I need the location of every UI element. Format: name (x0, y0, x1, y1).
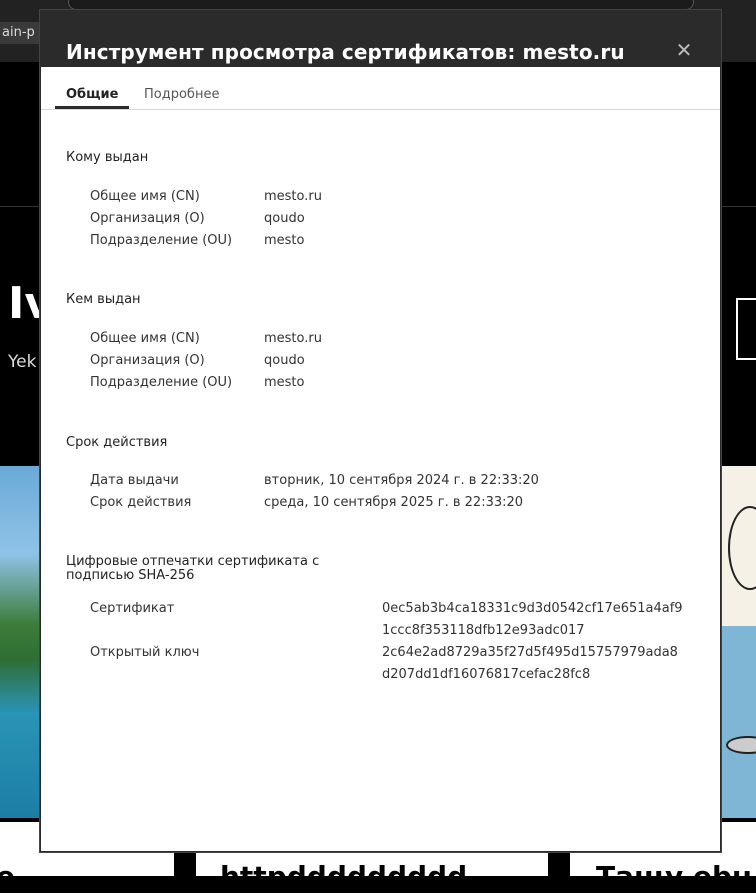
tab-general[interactable]: Общие (55, 81, 130, 109)
cert-fingerprint-label: Сертификат (90, 601, 175, 616)
issued-to-o-value: qoudo (264, 211, 305, 226)
pubkey-fingerprint-line1: 2c64e2ad8729a35f27d5f495d15757979ada8 (382, 645, 678, 660)
issued-to-heading: Кому выдан (66, 150, 149, 165)
certificate-viewer-dialog: Инструмент просмотра сертификатов: mesto… (40, 10, 721, 852)
card-image-lake (0, 466, 40, 818)
card-title: e (0, 860, 15, 893)
cert-fingerprint-value: 0ec5ab3b4ca18331c9d3d0542cf17e651a4af9 1… (382, 598, 698, 642)
profile-subtitle: Yek (8, 352, 37, 372)
issued-by-cn-value: mesto.ru (264, 331, 322, 346)
pubkey-fingerprint-line2: d207dd1df16076817cefac28fc8 (382, 667, 591, 682)
issued-by-heading: Кем выдан (66, 292, 141, 307)
expiry-date-label: Срок действия (90, 495, 192, 510)
card-image-cartoon (722, 466, 756, 818)
close-icon[interactable]: ✕ (672, 38, 696, 62)
pubkey-fingerprint-value: 2c64e2ad8729a35f27d5f495d15757979ada8 d2… (382, 642, 698, 686)
cert-fingerprint-line2: 1ccc8f353118dfb12e93adc017 (382, 623, 585, 638)
issue-date-value: вторник, 10 сентября 2024 г. в 22:33:20 (264, 473, 539, 488)
cartoon-face (728, 506, 756, 590)
expiry-date-value: среда, 10 сентября 2025 г. в 22:33:20 (264, 495, 524, 510)
issued-to-cn-value: mesto.ru (264, 189, 322, 204)
fingerprints-heading: Цифровые отпечатки сертификата с подпись… (66, 555, 319, 583)
tab-bar: Общие Подробнее (41, 81, 720, 110)
card-title: Тащу ebu (596, 860, 752, 893)
fingerprints-heading-line2: подписью SHA-256 (66, 568, 195, 583)
issued-to-ou-label: Подразделение (OU) (90, 233, 233, 248)
fingerprints-heading-line1: Цифровые отпечатки сертификата с (66, 554, 320, 569)
issued-by-o-label: Организация (O) (90, 353, 205, 368)
issue-date-label: Дата выдачи (90, 473, 179, 488)
issued-by-ou-value: mesto (264, 375, 305, 390)
issued-by-o-value: qoudo (264, 353, 305, 368)
cert-fingerprint-line1: 0ec5ab3b4ca18331c9d3d0542cf17e651a4af9 (382, 601, 683, 616)
issued-to-o-label: Организация (O) (90, 211, 205, 226)
cartoon-background (722, 626, 756, 818)
issued-by-cn-label: Общее имя (CN) (90, 331, 200, 346)
browser-tab[interactable]: ain-p (0, 22, 40, 44)
dialog-title: Инструмент просмотра сертификатов: mesto… (66, 40, 625, 64)
address-bar[interactable] (68, 0, 694, 10)
issued-to-ou-value: mesto (264, 233, 305, 248)
issued-by-ou-label: Подразделение (OU) (90, 375, 233, 390)
profile-edit-button[interactable] (736, 298, 756, 360)
pubkey-fingerprint-label: Открытый ключ (90, 645, 200, 660)
issued-to-cn-label: Общее имя (CN) (90, 189, 200, 204)
tab-details[interactable]: Подробнее (133, 81, 230, 109)
dialog-content: Общие Подробнее Кому выдан Общее имя (CN… (41, 67, 720, 851)
card-title: httpddddddddd (220, 860, 468, 893)
validity-heading: Срок действия (66, 435, 168, 450)
